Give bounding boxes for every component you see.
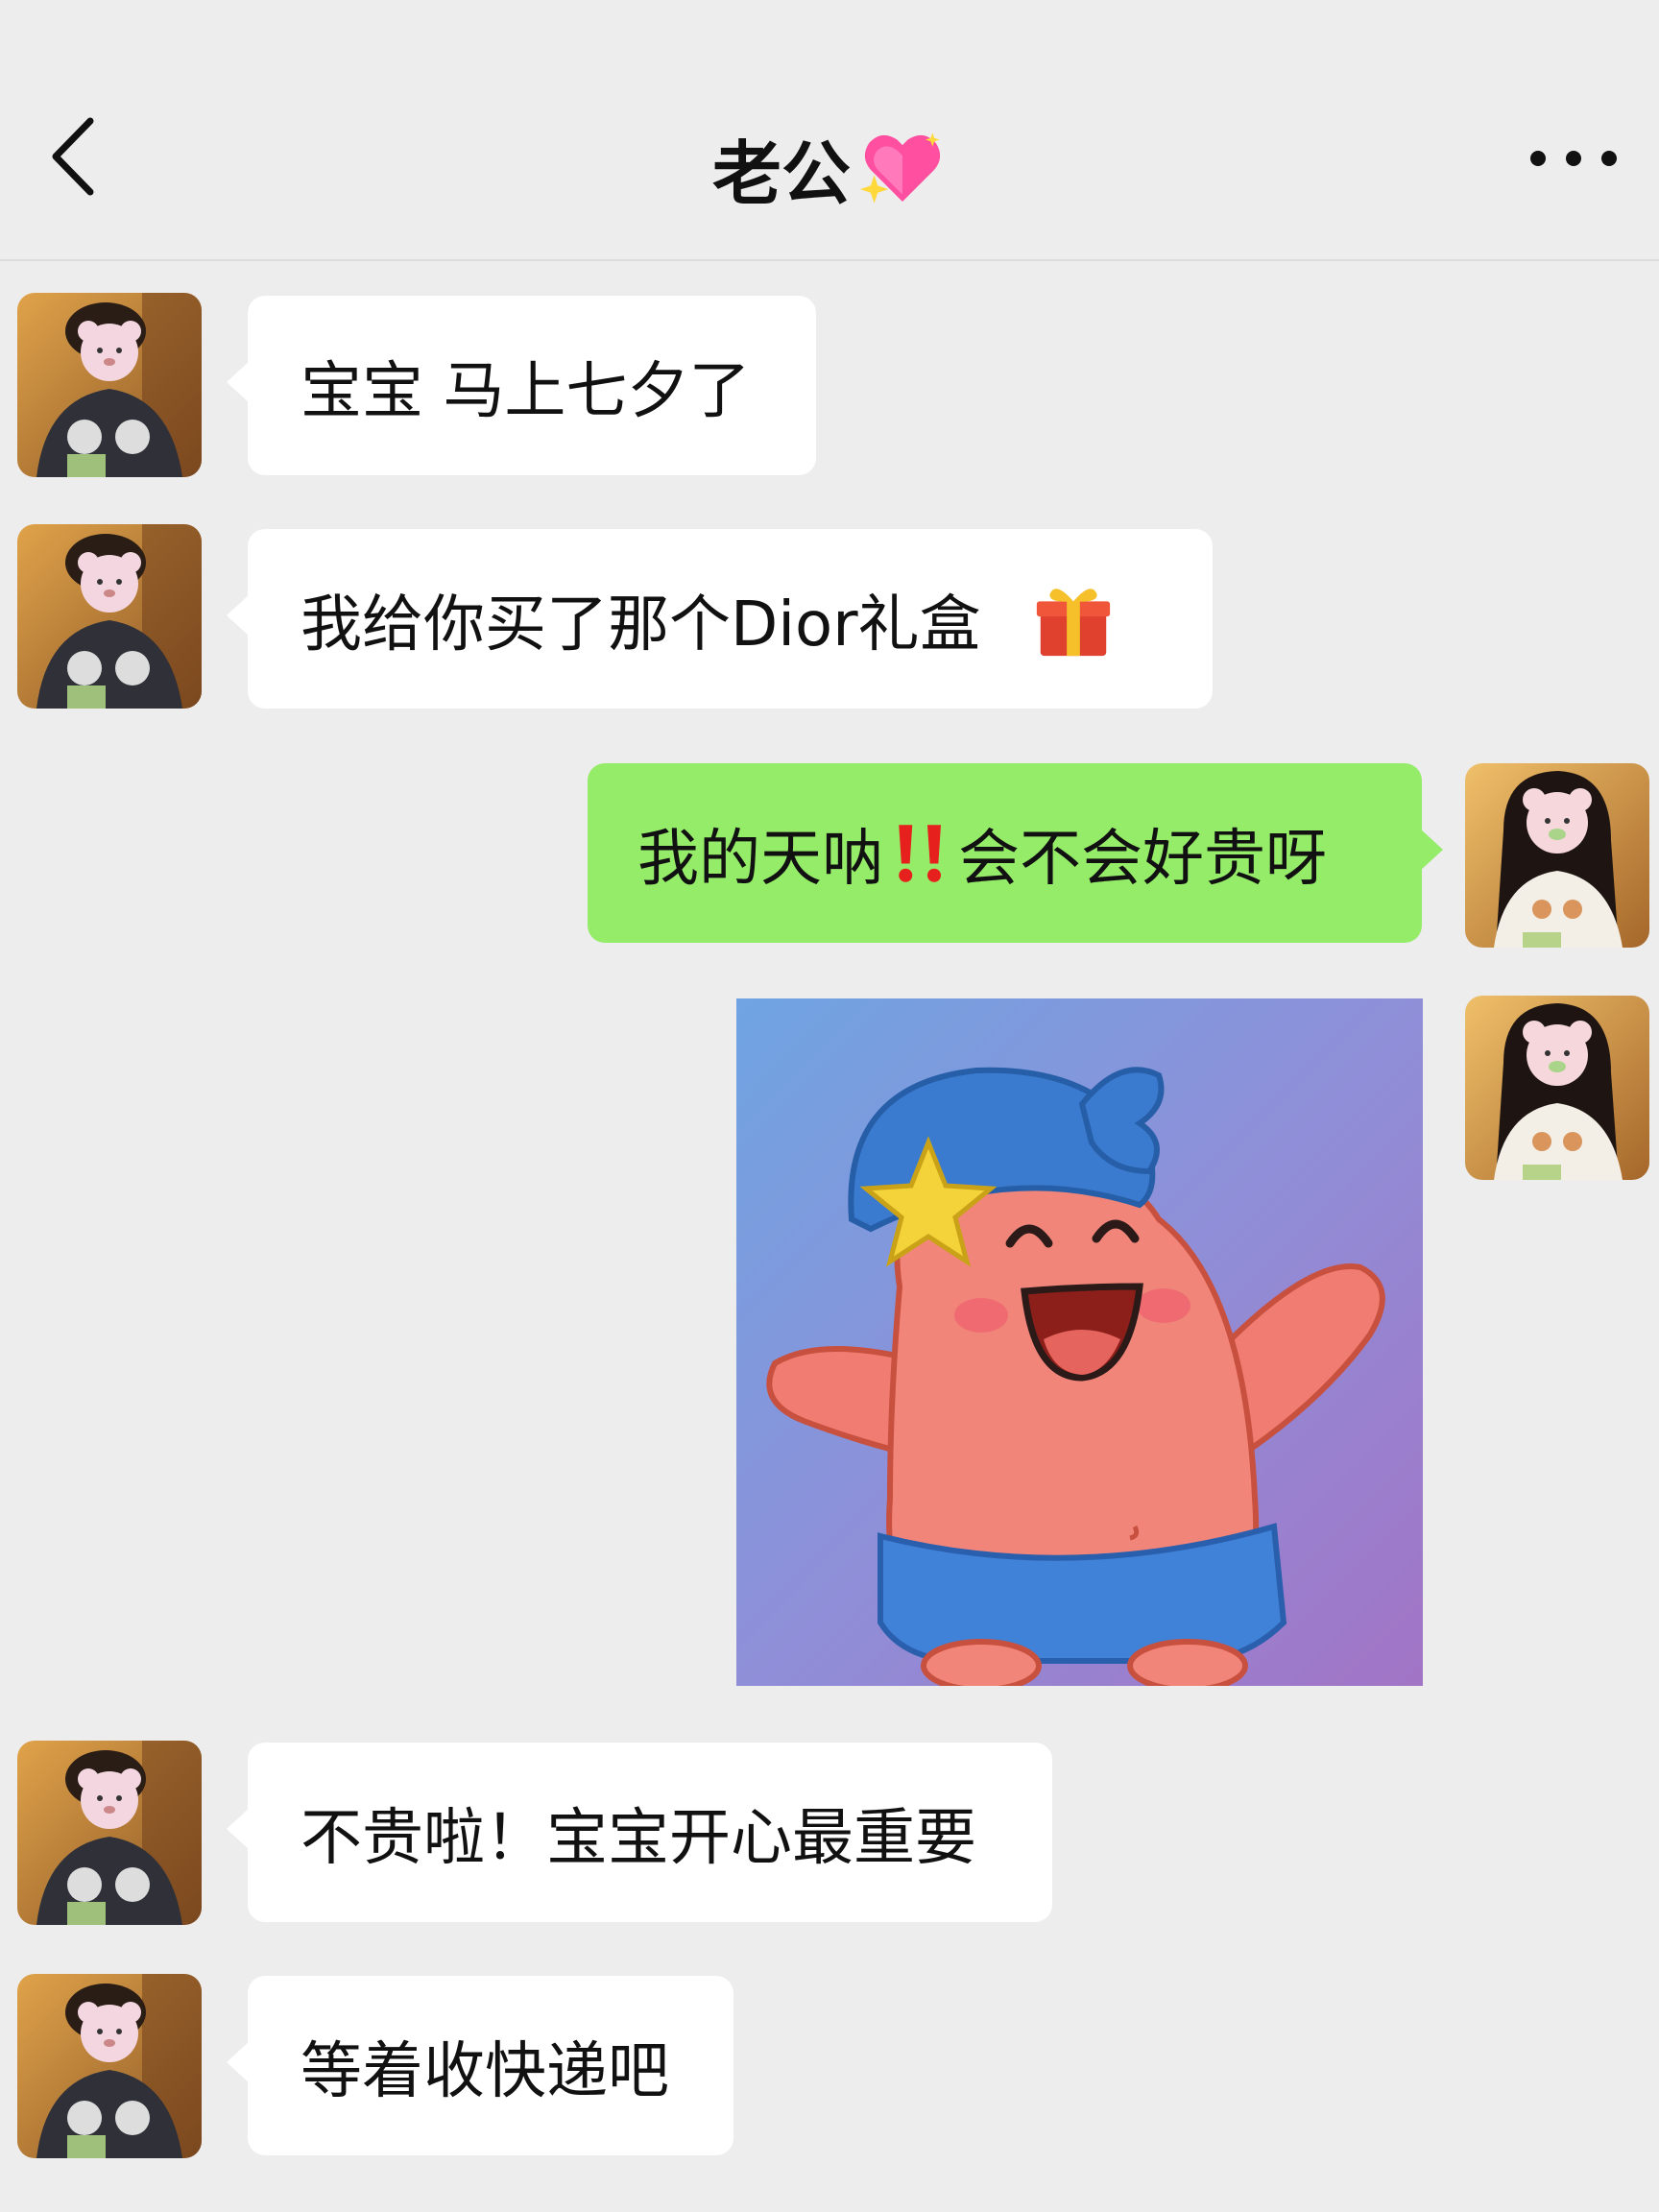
message-text: 不贵啦！宝宝开心最重要 [301,1802,976,1874]
message-text: 我给你买了那个Dior礼盒 [301,589,981,661]
contact-avatar[interactable] [17,1741,202,1925]
message-bubble[interactable]: 不贵啦！宝宝开心最重要 [227,1743,1052,1922]
my-avatar[interactable] [1465,996,1649,1180]
my-avatar[interactable] [1465,763,1649,948]
contact-avatar[interactable] [17,524,202,709]
chat-title: 老公 [0,117,1659,218]
contact-name: 老公 [711,133,851,214]
contact-avatar[interactable] [17,1974,202,2158]
message-bubble[interactable]: 宝宝 马上七夕了 [227,296,816,475]
gift-icon [1036,588,1110,656]
double-exclamation-icon [899,824,941,882]
message-bubble[interactable]: 我给你买了那个Dior礼盒 [227,529,1213,709]
contact-avatar[interactable] [17,293,202,477]
sparkling-heart-icon [859,132,941,204]
message-text: 我的天呐 [637,823,883,895]
message-text: 宝宝 马上七夕了 [301,355,751,427]
more-dots-icon[interactable] [1530,144,1617,173]
message-text: 等着收快递吧 [301,2035,669,2107]
chat-header: 老公 [0,0,1659,261]
message-bubble[interactable]: 等着收快递吧 [227,1976,733,2155]
message-bubble-outgoing[interactable]: 我的天呐 会不会好贵呀 [588,763,1443,943]
message-text: 会不会好贵呀 [958,823,1327,895]
happy-pink-starfish-sticker[interactable] [736,998,1423,1686]
